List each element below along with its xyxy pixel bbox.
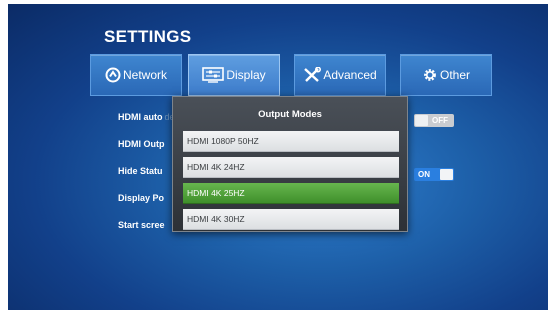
option-hdmi-4k-30hz[interactable]: HDMI 4K 30HZ bbox=[183, 209, 399, 230]
tab-other[interactable]: Other bbox=[400, 54, 492, 96]
toggle-knob bbox=[415, 115, 428, 126]
settings-screen: SETTINGS Network Display Advanced Other … bbox=[8, 4, 548, 310]
tab-label: Display bbox=[226, 68, 266, 82]
display-icon bbox=[202, 67, 225, 83]
option-hdmi-4k-24hz[interactable]: HDMI 4K 24HZ bbox=[183, 157, 399, 178]
option-label: HDMI 4K 25HZ bbox=[187, 188, 245, 198]
setting-label: Display Po bbox=[118, 193, 165, 203]
option-label: HDMI 4K 24HZ bbox=[187, 162, 245, 172]
tab-label: Other bbox=[439, 68, 470, 82]
option-hdmi-4k-25hz[interactable]: HDMI 4K 25HZ bbox=[183, 183, 399, 204]
setting-start-screen[interactable]: Start scree bbox=[118, 220, 165, 230]
option-hdmi-1080p-50hz[interactable]: HDMI 1080P 50HZ bbox=[183, 131, 399, 152]
output-modes-dialog: Output Modes HDMI 1080P 50HZ HDMI 4K 24H… bbox=[172, 96, 408, 232]
hide-status-toggle[interactable]: ON bbox=[414, 168, 454, 181]
tab-bar: Network Display Advanced Other bbox=[90, 54, 492, 96]
toggle-knob bbox=[440, 169, 453, 180]
toggle-label: ON bbox=[418, 170, 430, 179]
setting-label: Start scree bbox=[118, 220, 165, 230]
tab-label: Network bbox=[122, 68, 167, 82]
setting-label: HDMI auto bbox=[118, 112, 163, 122]
page-title: SETTINGS bbox=[104, 27, 192, 46]
option-label: HDMI 4K 30HZ bbox=[187, 214, 245, 224]
tab-label: Advanced bbox=[323, 68, 377, 82]
network-icon bbox=[105, 67, 121, 83]
tab-network[interactable]: Network bbox=[90, 54, 182, 96]
hdmi-auto-toggle[interactable]: OFF bbox=[414, 114, 454, 127]
option-label: HDMI 1080P 50HZ bbox=[187, 136, 259, 146]
setting-display-position[interactable]: Display Po bbox=[118, 193, 164, 203]
setting-label: Hide Statu bbox=[118, 166, 163, 176]
tab-display[interactable]: Display bbox=[188, 54, 280, 96]
setting-hide-status[interactable]: Hide Statu bbox=[118, 166, 163, 176]
toggle-label: OFF bbox=[432, 116, 448, 125]
setting-label: HDMI Outp bbox=[118, 139, 165, 149]
setting-hdmi-output[interactable]: HDMI Outp bbox=[118, 139, 165, 149]
dialog-title: Output Modes bbox=[258, 109, 322, 120]
tab-advanced[interactable]: Advanced bbox=[294, 54, 386, 96]
gear-icon bbox=[422, 67, 438, 83]
wrench-screwdriver-icon bbox=[303, 67, 322, 83]
